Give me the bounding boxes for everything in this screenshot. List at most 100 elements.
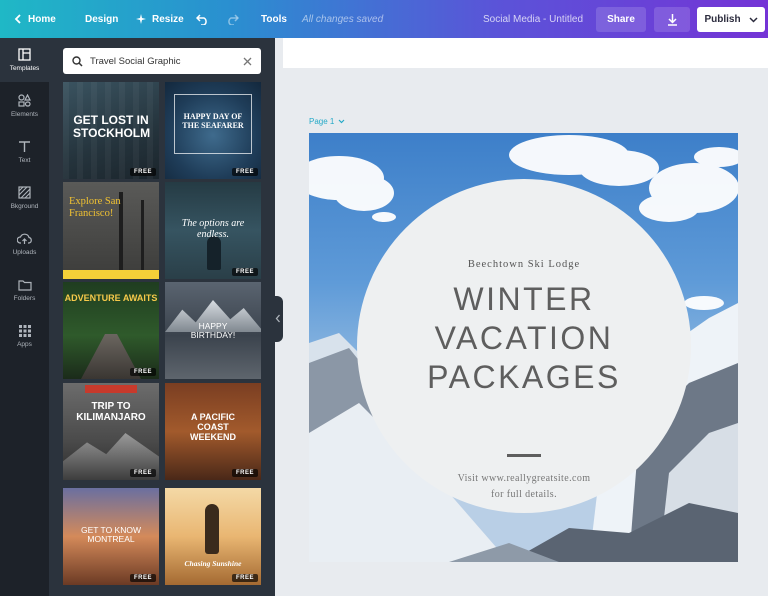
tile-title: Explore San Francisco! bbox=[69, 196, 121, 219]
free-badge: FREE bbox=[231, 469, 258, 477]
apps-icon bbox=[18, 324, 31, 337]
tile-title: GET LOST IN STOCKHOLM bbox=[73, 113, 151, 141]
divider-line[interactable] bbox=[507, 454, 541, 457]
tile-title: HAPPY BIRTHDAY! bbox=[190, 321, 236, 341]
sparkle-icon bbox=[136, 14, 146, 24]
search-input[interactable] bbox=[90, 55, 230, 67]
rail-item-text[interactable]: Text bbox=[0, 130, 49, 174]
publish-label: Publish bbox=[704, 14, 741, 25]
tile-bridge bbox=[141, 200, 144, 272]
templates-panel: GET LOST IN STOCKHOLM FREE HAPPY DAY OF … bbox=[49, 38, 275, 596]
clear-search-icon[interactable] bbox=[243, 57, 252, 66]
template-tile[interactable]: Chasing Sunshine FREE bbox=[165, 488, 261, 585]
rail-label-text: Text bbox=[18, 157, 31, 164]
visit-line-2[interactable]: for full details. bbox=[357, 489, 691, 500]
home-label: Home bbox=[28, 13, 56, 25]
tile-title: HAPPY DAY OF THE SEAFARER bbox=[182, 112, 244, 130]
download-icon bbox=[667, 13, 678, 26]
headline-line-3[interactable]: PACKAGES bbox=[357, 359, 691, 396]
lodge-name[interactable]: Beechtown Ski Lodge bbox=[357, 259, 691, 270]
design-menu[interactable]: Design bbox=[85, 0, 118, 38]
upload-icon bbox=[17, 233, 32, 245]
rail-item-templates[interactable]: Templates bbox=[0, 38, 49, 82]
folder-icon bbox=[17, 279, 32, 291]
tile-figure bbox=[205, 504, 219, 554]
side-rail: Templates Elements Text Bkground Uploads… bbox=[0, 38, 49, 596]
tile-red-tag bbox=[85, 385, 137, 393]
tile-yellow-bar bbox=[63, 270, 159, 279]
headline-circle[interactable]: Beechtown Ski Lodge WINTER VACATION PACK… bbox=[357, 179, 691, 513]
tools-menu[interactable]: Tools bbox=[261, 0, 287, 38]
redo-icon bbox=[226, 13, 239, 25]
template-tile[interactable]: GET LOST IN STOCKHOLM FREE bbox=[63, 82, 159, 179]
tools-label: Tools bbox=[261, 13, 287, 25]
design-page[interactable]: Beechtown Ski Lodge WINTER VACATION PACK… bbox=[309, 133, 738, 562]
download-button[interactable] bbox=[654, 7, 690, 32]
document-title[interactable]: Social Media - Untitled bbox=[483, 0, 583, 38]
rail-label-elements: Elements bbox=[10, 111, 39, 118]
text-icon bbox=[18, 140, 31, 153]
page-label-text: Page 1 bbox=[309, 117, 335, 126]
autosave-status: All changes saved bbox=[302, 13, 384, 25]
rail-label-background: Bkground bbox=[10, 203, 39, 210]
headline-line-2[interactable]: VACATION bbox=[357, 320, 691, 357]
resize-button[interactable]: Resize bbox=[136, 0, 184, 38]
elements-icon bbox=[18, 94, 31, 107]
page-label[interactable]: Page 1 bbox=[309, 117, 345, 126]
chevron-down-icon bbox=[749, 16, 758, 23]
rail-label-apps: Apps bbox=[17, 340, 32, 348]
rail-label-templates: Templates bbox=[9, 65, 40, 72]
template-tile[interactable]: The options are endless. FREE bbox=[165, 182, 261, 279]
tile-title: The options are endless. bbox=[181, 218, 245, 240]
tile-title: ADVENTURE AWAITS bbox=[64, 293, 158, 303]
chevron-left-icon bbox=[275, 314, 281, 323]
publish-button[interactable]: Publish bbox=[697, 7, 765, 32]
templates-icon bbox=[18, 48, 31, 61]
rail-item-background[interactable]: Bkground bbox=[0, 176, 49, 220]
workspace-toolbar bbox=[283, 38, 768, 68]
canvas-workspace: Page 1 Beechtown Ski Lodge WINTER VACATI… bbox=[283, 38, 768, 596]
tile-title: Chasing Sunshine bbox=[184, 559, 242, 568]
rail-item-elements[interactable]: Elements bbox=[0, 84, 49, 128]
redo-button[interactable] bbox=[226, 0, 239, 38]
free-badge: FREE bbox=[129, 469, 156, 477]
undo-button[interactable] bbox=[196, 0, 209, 38]
template-search bbox=[63, 48, 261, 74]
resize-label: Resize bbox=[152, 13, 184, 25]
free-badge: FREE bbox=[231, 268, 258, 276]
visit-line-1[interactable]: Visit www.reallygreatsite.com bbox=[357, 473, 691, 484]
background-icon bbox=[18, 186, 31, 199]
share-label: Share bbox=[607, 14, 635, 25]
undo-icon bbox=[196, 13, 209, 25]
design-label: Design bbox=[85, 13, 119, 25]
share-button[interactable]: Share bbox=[596, 7, 646, 32]
rail-label-folders: Folders bbox=[13, 294, 36, 302]
rail-label-uploads: Uploads bbox=[12, 248, 37, 256]
tile-figure bbox=[207, 236, 221, 270]
free-badge: FREE bbox=[231, 168, 258, 176]
free-badge: FREE bbox=[129, 368, 156, 376]
free-badge: FREE bbox=[129, 168, 156, 176]
search-icon bbox=[72, 55, 83, 67]
template-tile[interactable]: Explore San Francisco! bbox=[63, 182, 159, 279]
template-tile[interactable]: ADVENTURE AWAITS FREE bbox=[63, 282, 159, 379]
chevron-down-icon bbox=[338, 119, 345, 124]
template-tile[interactable]: GET TO KNOW MONTREAL FREE bbox=[63, 488, 159, 585]
rail-item-folders[interactable]: Folders bbox=[0, 268, 49, 312]
headline-line-1[interactable]: WINTER bbox=[357, 281, 691, 318]
home-button[interactable]: Home bbox=[14, 0, 56, 38]
template-tile[interactable]: HAPPY BIRTHDAY! bbox=[165, 282, 261, 379]
chevron-left-icon bbox=[14, 14, 22, 24]
template-tile[interactable]: A PACIFIC COAST WEEKEND FREE bbox=[165, 383, 261, 480]
tile-title: TRIP TO KILIMANJARO bbox=[76, 401, 146, 423]
template-tile[interactable]: TRIP TO KILIMANJARO FREE bbox=[63, 383, 159, 480]
free-badge: FREE bbox=[129, 574, 156, 582]
tile-title: GET TO KNOW MONTREAL bbox=[81, 525, 141, 545]
panel-collapse-tab[interactable] bbox=[274, 296, 283, 342]
top-bar: Home Design Resize Tools All changes sav… bbox=[0, 0, 768, 38]
free-badge: FREE bbox=[231, 574, 258, 582]
rail-item-uploads[interactable]: Uploads bbox=[0, 222, 49, 266]
rail-item-apps[interactable]: Apps bbox=[0, 314, 49, 358]
tile-title: A PACIFIC COAST WEEKEND bbox=[189, 412, 236, 442]
template-tile[interactable]: HAPPY DAY OF THE SEAFARER FREE bbox=[165, 82, 261, 179]
